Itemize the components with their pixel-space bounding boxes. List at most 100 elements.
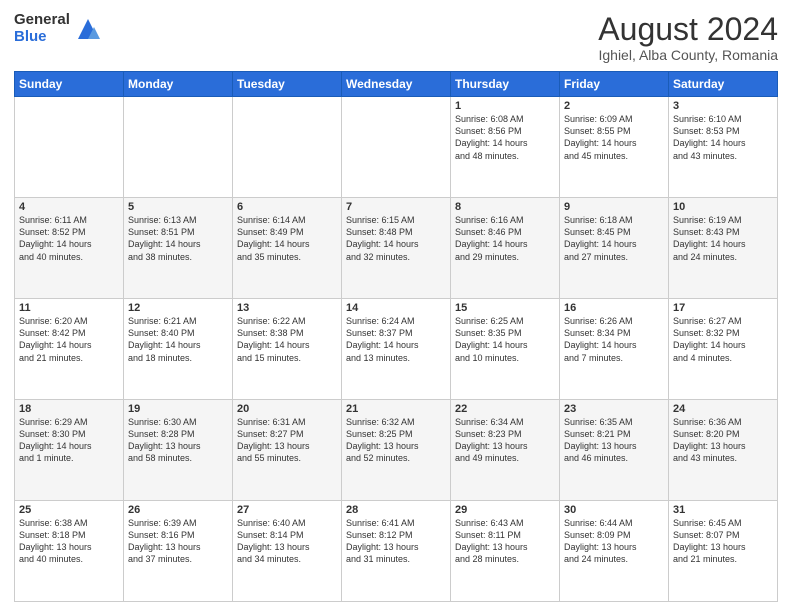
table-row: 17Sunrise: 6:27 AM Sunset: 8:32 PM Dayli… [669,299,778,400]
calendar-week-5: 25Sunrise: 6:38 AM Sunset: 8:18 PM Dayli… [15,501,778,602]
table-row: 14Sunrise: 6:24 AM Sunset: 8:37 PM Dayli… [342,299,451,400]
calendar-table: Sunday Monday Tuesday Wednesday Thursday… [14,71,778,602]
header-row: Sunday Monday Tuesday Wednesday Thursday… [15,72,778,97]
day-number: 23 [564,403,664,415]
calendar-week-4: 18Sunrise: 6:29 AM Sunset: 8:30 PM Dayli… [15,400,778,501]
subtitle: Ighiel, Alba County, Romania [598,47,778,63]
day-number: 26 [128,504,228,516]
title-area: August 2024 Ighiel, Alba County, Romania [598,12,778,63]
day-info: Sunrise: 6:25 AM Sunset: 8:35 PM Dayligh… [455,315,555,364]
logo-blue: Blue [14,29,70,46]
day-number: 12 [128,302,228,314]
col-friday: Friday [560,72,669,97]
day-info: Sunrise: 6:16 AM Sunset: 8:46 PM Dayligh… [455,214,555,263]
table-row: 3Sunrise: 6:10 AM Sunset: 8:53 PM Daylig… [669,97,778,198]
table-row: 10Sunrise: 6:19 AM Sunset: 8:43 PM Dayli… [669,198,778,299]
day-info: Sunrise: 6:19 AM Sunset: 8:43 PM Dayligh… [673,214,773,263]
table-row: 28Sunrise: 6:41 AM Sunset: 8:12 PM Dayli… [342,501,451,602]
day-info: Sunrise: 6:22 AM Sunset: 8:38 PM Dayligh… [237,315,337,364]
col-thursday: Thursday [451,72,560,97]
day-number: 29 [455,504,555,516]
table-row [233,97,342,198]
day-number: 7 [346,201,446,213]
day-number: 15 [455,302,555,314]
table-row: 9Sunrise: 6:18 AM Sunset: 8:45 PM Daylig… [560,198,669,299]
day-number: 5 [128,201,228,213]
day-number: 31 [673,504,773,516]
day-info: Sunrise: 6:21 AM Sunset: 8:40 PM Dayligh… [128,315,228,364]
table-row: 31Sunrise: 6:45 AM Sunset: 8:07 PM Dayli… [669,501,778,602]
day-info: Sunrise: 6:45 AM Sunset: 8:07 PM Dayligh… [673,517,773,566]
logo-icon [74,15,102,43]
day-number: 18 [19,403,119,415]
day-info: Sunrise: 6:11 AM Sunset: 8:52 PM Dayligh… [19,214,119,263]
col-saturday: Saturday [669,72,778,97]
day-info: Sunrise: 6:31 AM Sunset: 8:27 PM Dayligh… [237,416,337,465]
day-number: 16 [564,302,664,314]
day-info: Sunrise: 6:43 AM Sunset: 8:11 PM Dayligh… [455,517,555,566]
day-info: Sunrise: 6:30 AM Sunset: 8:28 PM Dayligh… [128,416,228,465]
day-info: Sunrise: 6:20 AM Sunset: 8:42 PM Dayligh… [19,315,119,364]
day-number: 28 [346,504,446,516]
table-row: 15Sunrise: 6:25 AM Sunset: 8:35 PM Dayli… [451,299,560,400]
day-info: Sunrise: 6:35 AM Sunset: 8:21 PM Dayligh… [564,416,664,465]
table-row: 16Sunrise: 6:26 AM Sunset: 8:34 PM Dayli… [560,299,669,400]
table-row: 30Sunrise: 6:44 AM Sunset: 8:09 PM Dayli… [560,501,669,602]
col-tuesday: Tuesday [233,72,342,97]
day-number: 25 [19,504,119,516]
calendar-week-2: 4Sunrise: 6:11 AM Sunset: 8:52 PM Daylig… [15,198,778,299]
day-number: 2 [564,100,664,112]
day-number: 30 [564,504,664,516]
day-info: Sunrise: 6:36 AM Sunset: 8:20 PM Dayligh… [673,416,773,465]
logo: General Blue [14,12,102,45]
day-number: 10 [673,201,773,213]
table-row: 27Sunrise: 6:40 AM Sunset: 8:14 PM Dayli… [233,501,342,602]
page: General Blue August 2024 Ighiel, Alba Co… [0,0,792,612]
logo-text: General Blue [14,12,70,45]
day-number: 14 [346,302,446,314]
day-number: 4 [19,201,119,213]
day-number: 1 [455,100,555,112]
day-number: 19 [128,403,228,415]
table-row: 11Sunrise: 6:20 AM Sunset: 8:42 PM Dayli… [15,299,124,400]
table-row: 29Sunrise: 6:43 AM Sunset: 8:11 PM Dayli… [451,501,560,602]
day-number: 11 [19,302,119,314]
day-number: 17 [673,302,773,314]
day-number: 21 [346,403,446,415]
day-info: Sunrise: 6:09 AM Sunset: 8:55 PM Dayligh… [564,113,664,162]
table-row: 8Sunrise: 6:16 AM Sunset: 8:46 PM Daylig… [451,198,560,299]
day-number: 24 [673,403,773,415]
day-info: Sunrise: 6:26 AM Sunset: 8:34 PM Dayligh… [564,315,664,364]
day-number: 9 [564,201,664,213]
table-row: 19Sunrise: 6:30 AM Sunset: 8:28 PM Dayli… [124,400,233,501]
table-row: 26Sunrise: 6:39 AM Sunset: 8:16 PM Dayli… [124,501,233,602]
day-number: 3 [673,100,773,112]
day-info: Sunrise: 6:14 AM Sunset: 8:49 PM Dayligh… [237,214,337,263]
table-row: 13Sunrise: 6:22 AM Sunset: 8:38 PM Dayli… [233,299,342,400]
day-info: Sunrise: 6:38 AM Sunset: 8:18 PM Dayligh… [19,517,119,566]
table-row: 6Sunrise: 6:14 AM Sunset: 8:49 PM Daylig… [233,198,342,299]
table-row: 7Sunrise: 6:15 AM Sunset: 8:48 PM Daylig… [342,198,451,299]
table-row: 4Sunrise: 6:11 AM Sunset: 8:52 PM Daylig… [15,198,124,299]
day-info: Sunrise: 6:40 AM Sunset: 8:14 PM Dayligh… [237,517,337,566]
table-row: 2Sunrise: 6:09 AM Sunset: 8:55 PM Daylig… [560,97,669,198]
day-info: Sunrise: 6:29 AM Sunset: 8:30 PM Dayligh… [19,416,119,465]
table-row: 21Sunrise: 6:32 AM Sunset: 8:25 PM Dayli… [342,400,451,501]
day-info: Sunrise: 6:24 AM Sunset: 8:37 PM Dayligh… [346,315,446,364]
day-info: Sunrise: 6:15 AM Sunset: 8:48 PM Dayligh… [346,214,446,263]
calendar-week-3: 11Sunrise: 6:20 AM Sunset: 8:42 PM Dayli… [15,299,778,400]
day-info: Sunrise: 6:39 AM Sunset: 8:16 PM Dayligh… [128,517,228,566]
table-row: 18Sunrise: 6:29 AM Sunset: 8:30 PM Dayli… [15,400,124,501]
col-sunday: Sunday [15,72,124,97]
table-row: 20Sunrise: 6:31 AM Sunset: 8:27 PM Dayli… [233,400,342,501]
day-info: Sunrise: 6:10 AM Sunset: 8:53 PM Dayligh… [673,113,773,162]
logo-general: General [14,12,70,29]
day-number: 6 [237,201,337,213]
day-number: 20 [237,403,337,415]
day-number: 22 [455,403,555,415]
day-info: Sunrise: 6:44 AM Sunset: 8:09 PM Dayligh… [564,517,664,566]
day-number: 27 [237,504,337,516]
table-row: 23Sunrise: 6:35 AM Sunset: 8:21 PM Dayli… [560,400,669,501]
table-row: 5Sunrise: 6:13 AM Sunset: 8:51 PM Daylig… [124,198,233,299]
table-row [15,97,124,198]
